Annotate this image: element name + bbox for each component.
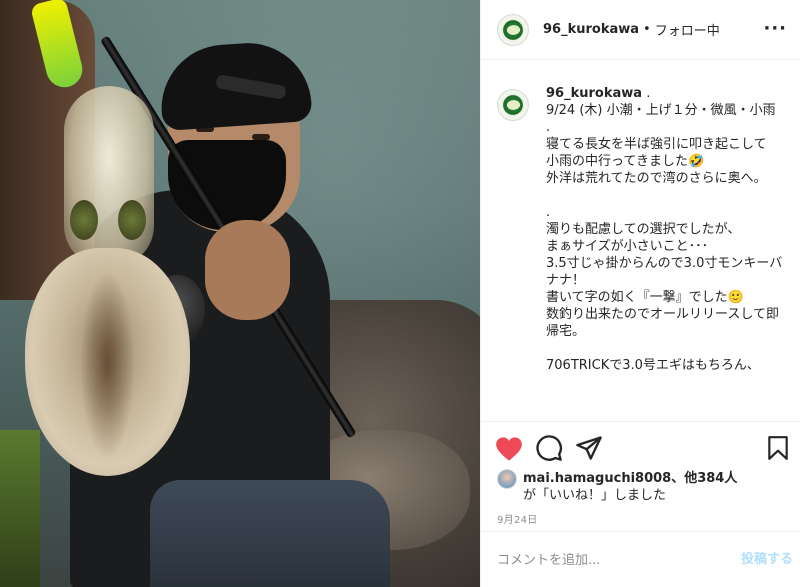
likes-others-count[interactable]: 、他384人	[671, 471, 737, 486]
likes-summary: mai.hamaguchi8008、他384人 が「いいね！」しました	[497, 466, 787, 506]
liker-avatar[interactable]	[497, 469, 517, 489]
bookmark-icon[interactable]	[765, 434, 791, 462]
post-photo[interactable]	[0, 0, 480, 587]
caption-line	[546, 187, 786, 204]
action-icons	[495, 432, 795, 462]
follow-status-button[interactable]: フォロー中	[655, 20, 720, 39]
photo-grass	[0, 430, 40, 587]
comment-form: 投稿する	[481, 531, 800, 587]
liker-username[interactable]: mai.hamaguchi8008	[523, 471, 671, 486]
likes-line-2: が「いいね！」しました	[523, 487, 666, 504]
caption-line: .	[546, 120, 551, 135]
likes-line-1: mai.hamaguchi8008、他384人	[523, 470, 737, 487]
more-options-icon[interactable]: ···	[763, 18, 787, 39]
caption-username[interactable]: 96_kurokawa	[546, 86, 642, 101]
photo-squid-head	[64, 86, 154, 266]
post-date[interactable]: 9月24日	[497, 511, 538, 526]
caption-line: 9/24 (木) 小潮・上げ１分・微風・小雨	[546, 103, 776, 118]
comment-icon[interactable]	[535, 434, 563, 462]
caption-line	[546, 340, 786, 357]
post-header: 96_kurokawa • フォロー中 ···	[481, 0, 800, 60]
caption-line: まぁサイズが小さいこと･･･	[546, 239, 709, 254]
caption-line: 書いて字の如く『一撃』でした🙂	[546, 290, 744, 305]
comment-input[interactable]	[497, 550, 717, 570]
caption-line: 寝てる長女を半ば強引に叩き起こして	[546, 137, 767, 152]
caption-text: 96_kurokawa . 9/24 (木) 小潮・上げ１分・微風・小雨. 寝てる長…	[546, 85, 786, 374]
likes-prefix: が	[523, 488, 537, 503]
caption-line: .	[646, 86, 651, 101]
photo-squid-markings	[80, 270, 135, 460]
caption-line: .	[546, 205, 551, 220]
caption-line: 濁りも配慮しての選択でしたが、	[546, 222, 741, 237]
caption-line: 外洋は荒れてたので湾のさらに奥へ。	[546, 171, 767, 186]
post-actions: mai.hamaguchi8008、他384人 が「いいね！」しました 9月24…	[481, 421, 800, 541]
header-username[interactable]: 96_kurokawa	[543, 22, 639, 37]
likes-suffix: 「いいね！」しました	[536, 488, 667, 503]
share-icon[interactable]	[575, 434, 603, 462]
post-caption: 96_kurokawa . 9/24 (木) 小潮・上げ１分・微風・小雨. 寝てる長…	[481, 61, 800, 421]
caption-line: 706TRICKで3.0号エギはもちろん、	[546, 358, 760, 373]
photo-squid-eye	[70, 200, 98, 240]
separator-dot: •	[643, 22, 651, 37]
avatar[interactable]	[497, 13, 529, 46]
photo-squid-eye	[118, 200, 146, 240]
instagram-post-view: 96_kurokawa • フォロー中 ··· 96_kurokawa . 9/2…	[0, 0, 800, 587]
photo-angler-hand	[205, 220, 290, 320]
heart-icon[interactable]	[495, 436, 523, 462]
caption-line: 数釣り出来たのでオールリリースして即帰宅。	[546, 307, 779, 339]
post-side-panel: 96_kurokawa • フォロー中 ··· 96_kurokawa . 9/2…	[480, 0, 800, 587]
caption-line: 小雨の中行ってきました🤣	[546, 154, 705, 169]
caption-line: 3.5寸じゃ掛からんので3.0寸モンキーバナナ！	[546, 256, 783, 288]
photo-angler-jeans	[150, 480, 390, 587]
post-comment-button[interactable]: 投稿する	[741, 548, 793, 567]
caption-avatar[interactable]	[497, 89, 529, 121]
